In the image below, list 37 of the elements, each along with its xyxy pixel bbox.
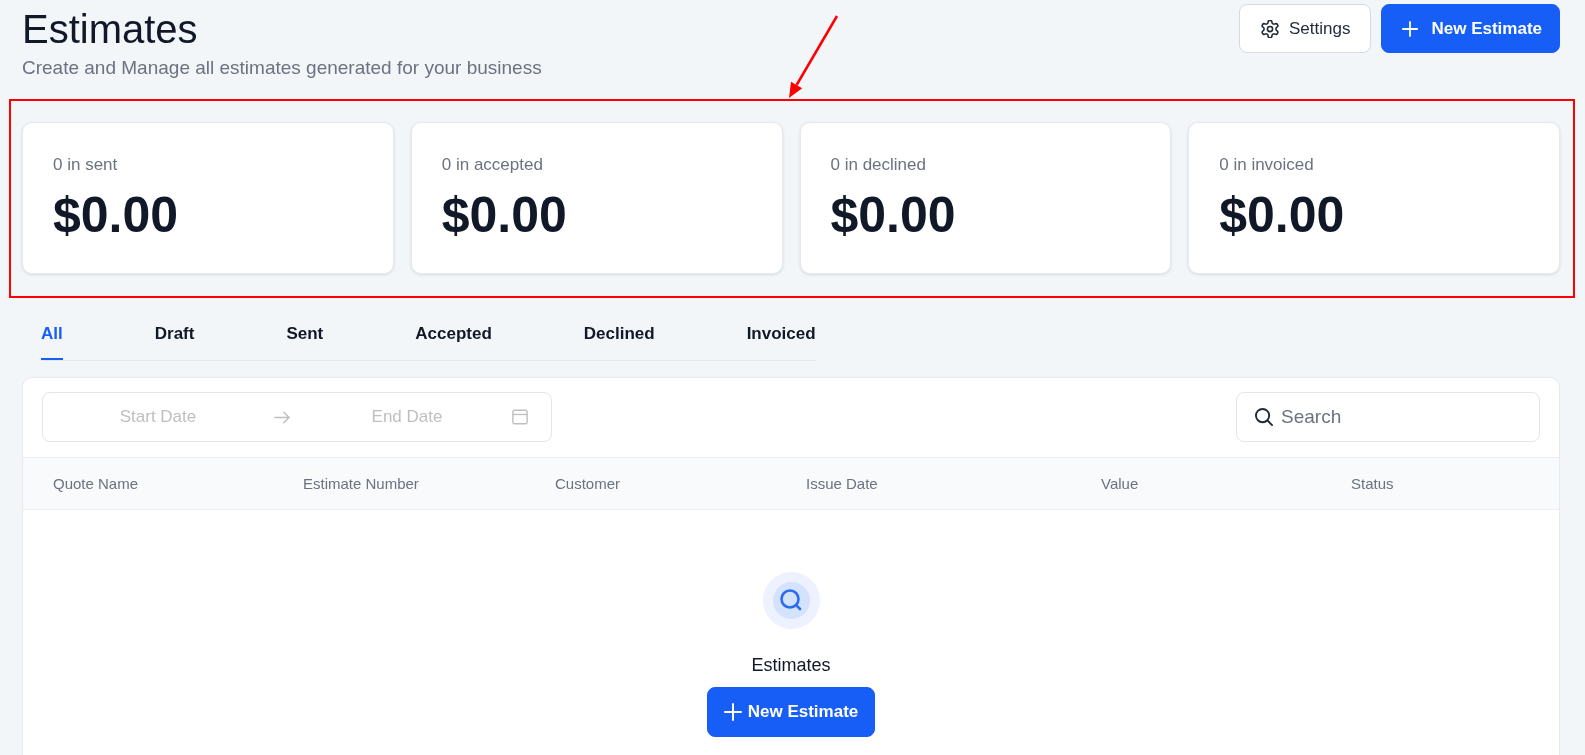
column-header: Issue Date (806, 475, 879, 492)
filter-tab[interactable]: Invoiced (746, 315, 816, 360)
column-header: Customer (555, 475, 622, 492)
plus-icon (1402, 20, 1419, 37)
calendar-icon (512, 409, 528, 425)
end-date-input[interactable]: End Date (302, 404, 512, 430)
stat-label: 0 in invoiced (1219, 154, 1315, 176)
page-title: Estimates (22, 6, 199, 53)
filter-tab[interactable]: Draft (154, 315, 195, 360)
empty-state-title: Estimates (751, 654, 831, 677)
column-header: Value (1101, 475, 1140, 492)
new-estimate-button[interactable]: New Estimate (706, 687, 876, 737)
stat-value: $0.00 (1219, 186, 1346, 245)
filter-tab[interactable]: Accepted (415, 315, 492, 360)
column-header: Estimate Number (303, 475, 420, 492)
gear-icon (1261, 19, 1279, 38)
page-subtitle: Create and Manage all estimates generated for your business (22, 56, 542, 80)
date-range-picker[interactable]: Start Date End Date (42, 392, 552, 442)
search-field[interactable]: Search (1236, 392, 1540, 442)
filter-tab[interactable]: Sent (286, 315, 324, 360)
filter-tab[interactable]: Declined (583, 315, 655, 360)
stat-label: 0 in sent (53, 154, 119, 176)
column-header: Quote Name (53, 475, 140, 492)
search-icon (762, 572, 820, 629)
stat-value: $0.00 (441, 186, 568, 245)
plus-icon (723, 703, 742, 721)
arrow-right-icon (274, 410, 290, 424)
start-date-input[interactable]: Start Date (54, 404, 262, 430)
stat-value: $0.00 (53, 186, 180, 245)
filter-tab[interactable]: All (41, 315, 63, 360)
stat-label: 0 in accepted (441, 154, 544, 176)
column-header: Status (1351, 475, 1395, 492)
stat-value: $0.00 (830, 186, 957, 245)
new-estimate-button[interactable]: New Estimate (1381, 4, 1560, 53)
stat-label: 0 in declined (830, 154, 927, 176)
search-icon (1255, 408, 1273, 426)
settings-button[interactable]: Settings (1239, 4, 1372, 53)
